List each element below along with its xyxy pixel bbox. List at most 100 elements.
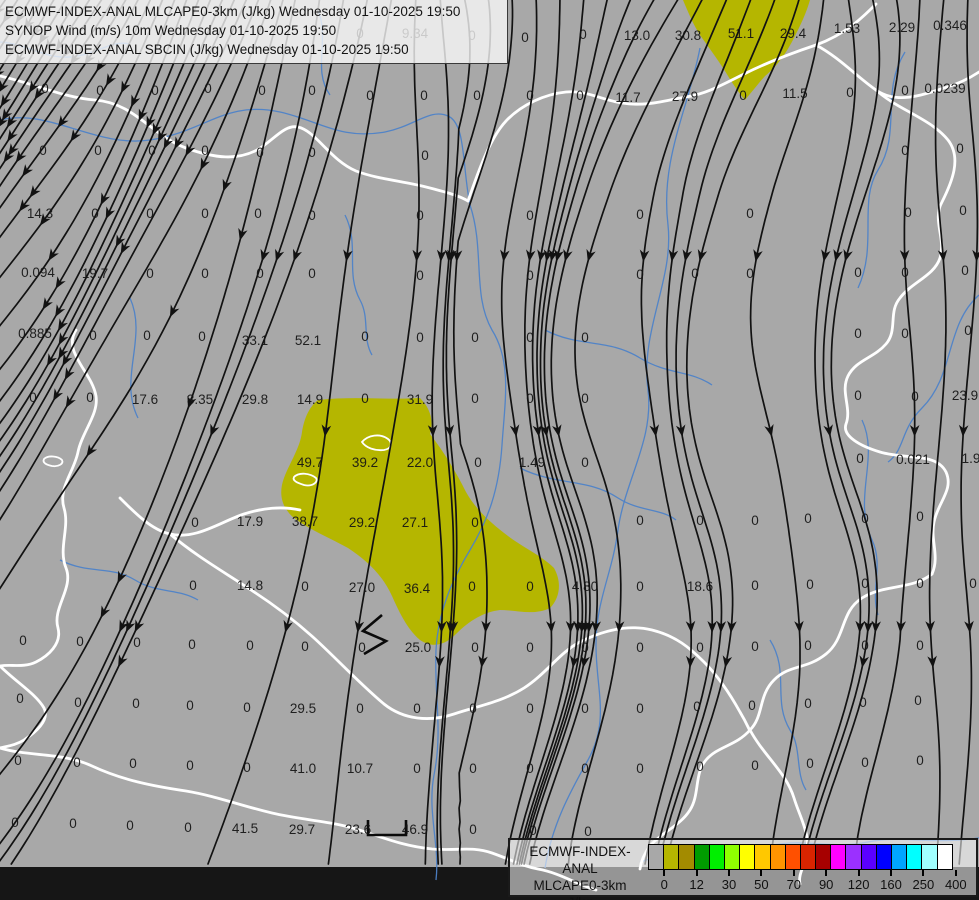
station-value: 0 <box>301 579 309 594</box>
legend-swatch <box>830 844 847 870</box>
station-value: 23.9 <box>952 388 978 403</box>
station-value: 0 <box>201 206 209 221</box>
station-value: 0 <box>186 698 194 713</box>
station-value: 0 <box>861 638 869 653</box>
station-value: 0 <box>126 818 134 833</box>
station-value: 0 <box>804 638 812 653</box>
station-value: 17.6 <box>132 392 158 407</box>
station-value: 0 <box>914 693 922 708</box>
legend-tick-label: 12 <box>689 877 704 892</box>
legend-title-model: ECMWF-INDEX-ANAL <box>529 844 631 876</box>
station-value: 0 <box>856 451 864 466</box>
station-value: 0 <box>413 701 421 716</box>
legend-unit: J/kg <box>514 894 646 900</box>
station-value: 0 <box>581 640 589 655</box>
station-value: 0 <box>96 83 104 98</box>
station-value: 38.7 <box>292 514 318 529</box>
station-value: 0 <box>246 638 254 653</box>
station-value: 0 <box>693 699 701 714</box>
station-value: 0 <box>469 701 477 716</box>
station-value: 0 <box>471 515 479 530</box>
station-value: 27.1 <box>402 515 428 530</box>
station-value: 0 <box>143 328 151 343</box>
station-value: 0 <box>188 637 196 652</box>
station-value: 0 <box>861 576 869 591</box>
station-value: 0 <box>911 389 919 404</box>
station-value: 0 <box>959 203 967 218</box>
station-value: 0 <box>636 701 644 716</box>
station-value: 0 <box>74 695 82 710</box>
station-value: 0 <box>916 576 924 591</box>
legend-swatch <box>845 844 862 870</box>
station-value: 0 <box>146 206 154 221</box>
station-value: 0 <box>86 390 94 405</box>
station-value: 0 <box>739 88 747 103</box>
legend-tick-scale: 0 12 30 50 70 90 120 160 250 400 <box>648 870 974 894</box>
station-value: 36.4 <box>404 581 431 596</box>
station-value: 2.29 <box>889 20 915 35</box>
station-value: 0 <box>420 88 428 103</box>
station-value: 0 <box>526 268 534 283</box>
station-value: 0 <box>416 330 424 345</box>
station-value: 1.9 <box>962 451 979 466</box>
station-value: 0 <box>94 143 102 158</box>
legend-tick-label: 90 <box>818 877 834 892</box>
station-value: 0 <box>308 208 316 223</box>
legend-swatch <box>815 844 832 870</box>
station-value: 0 <box>308 266 316 281</box>
station-value: 0 <box>41 81 49 96</box>
station-value: 0 <box>956 141 964 156</box>
legend-tick-label: 250 <box>912 877 935 892</box>
legend-swatch <box>784 844 801 870</box>
station-value: 0 <box>806 756 814 771</box>
station-value: 4.80 <box>572 579 598 594</box>
station-value: 0 <box>581 455 589 470</box>
station-value: 0 <box>471 391 479 406</box>
legend-colorbar <box>648 844 953 870</box>
station-value: 0 <box>854 265 862 280</box>
legend-tick-mark <box>760 870 763 876</box>
legend-tick-mark <box>825 870 828 876</box>
station-value: 52.1 <box>295 333 321 348</box>
legend-swatch <box>739 844 756 870</box>
station-value: 0 <box>361 391 369 406</box>
station-value: 0 <box>636 267 644 282</box>
station-value: 25.0 <box>405 640 431 655</box>
station-value: 29.5 <box>290 701 316 716</box>
station-value: 0 <box>696 640 704 655</box>
legend-swatch <box>906 844 923 870</box>
legend-tick-mark <box>728 870 730 876</box>
legend-tick-label: 400 <box>944 877 967 892</box>
station-value: 11.5 <box>782 86 807 101</box>
station-value: 0.885 <box>18 326 52 341</box>
station-value: 13.0 <box>624 28 650 43</box>
station-value: 0 <box>133 635 141 650</box>
station-value: 0 <box>529 823 537 838</box>
station-value: 0 <box>76 634 84 649</box>
station-value: 0 <box>254 206 262 221</box>
station-value: 23.6 <box>345 822 371 837</box>
station-value: 0 <box>526 640 534 655</box>
legend-swatch <box>921 844 938 870</box>
station-value: 27.0 <box>349 580 375 595</box>
legend-tick-mark <box>954 870 957 876</box>
station-value: 0 <box>696 513 704 528</box>
station-value: 0 <box>581 330 589 345</box>
station-value: 0 <box>356 701 364 716</box>
station-value: 0 <box>696 759 704 774</box>
station-value: 0 <box>469 822 477 837</box>
station-value: 0 <box>416 268 424 283</box>
station-value: 0 <box>746 206 754 221</box>
station-value: 0 <box>751 578 759 593</box>
station-value: 0 <box>526 208 534 223</box>
legend-tick-label: 30 <box>721 877 737 892</box>
station-value: 22.0 <box>407 455 433 470</box>
station-value: 0 <box>16 691 24 706</box>
legend-tick-mark <box>695 870 698 876</box>
legend-swatch <box>693 844 710 870</box>
map-canvas: 09.3400013.030.851.129.41.532.290.346000… <box>0 0 979 900</box>
legend-title-parameter: MLCAPE0-3km <box>533 878 627 893</box>
station-value: 0 <box>186 758 194 773</box>
station-value: 0 <box>916 753 924 768</box>
station-value: 0 <box>751 758 759 773</box>
